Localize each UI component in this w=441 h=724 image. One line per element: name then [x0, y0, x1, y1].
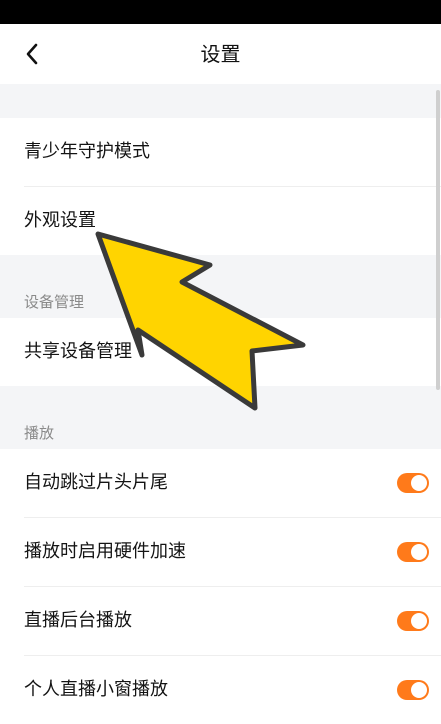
page-title: 设置	[200, 42, 241, 66]
settings-item-label: 播放时启用硬件加速	[24, 541, 186, 562]
section-label: 设备管理	[24, 293, 85, 311]
back-button[interactable]	[14, 36, 50, 72]
toggle-knob	[411, 682, 427, 698]
settings-item-teen-mode[interactable]: 青少年守护模式	[0, 118, 441, 186]
chevron-left-icon	[26, 43, 38, 65]
settings-item-label: 外观设置	[24, 210, 96, 231]
settings-item-live-background-play: 直播后台播放	[0, 587, 441, 655]
settings-item-label: 共享设备管理	[24, 341, 132, 362]
toggle-knob	[411, 613, 427, 629]
toggle-switch[interactable]	[397, 542, 429, 562]
settings-item-label: 直播后台播放	[24, 610, 132, 631]
toggle-switch[interactable]	[397, 680, 429, 700]
scrollbar[interactable]	[436, 90, 440, 390]
toggle-knob	[411, 475, 427, 491]
settings-item-shared-devices[interactable]: 共享设备管理	[0, 318, 441, 386]
settings-item-label: 个人直播小窗播放	[24, 679, 168, 700]
settings-item-label: 自动跳过片头片尾	[24, 472, 168, 493]
status-bar	[0, 0, 441, 24]
toggle-switch[interactable]	[397, 473, 429, 493]
section-header-playback: 播放	[0, 386, 441, 449]
settings-item-label: 青少年守护模式	[24, 141, 150, 162]
section-header-device-management: 设备管理	[0, 255, 441, 318]
settings-item-hardware-acceleration: 播放时启用硬件加速	[0, 518, 441, 586]
toggle-knob	[411, 544, 427, 560]
section-spacer	[0, 84, 441, 118]
navigation-bar: 设置	[0, 24, 441, 84]
settings-item-live-mini-window: 个人直播小窗播放	[0, 656, 441, 724]
section-label: 播放	[24, 424, 55, 442]
settings-item-appearance[interactable]: 外观设置	[0, 187, 441, 255]
settings-item-skip-intro-outro: 自动跳过片头片尾	[0, 449, 441, 517]
toggle-switch[interactable]	[397, 611, 429, 631]
